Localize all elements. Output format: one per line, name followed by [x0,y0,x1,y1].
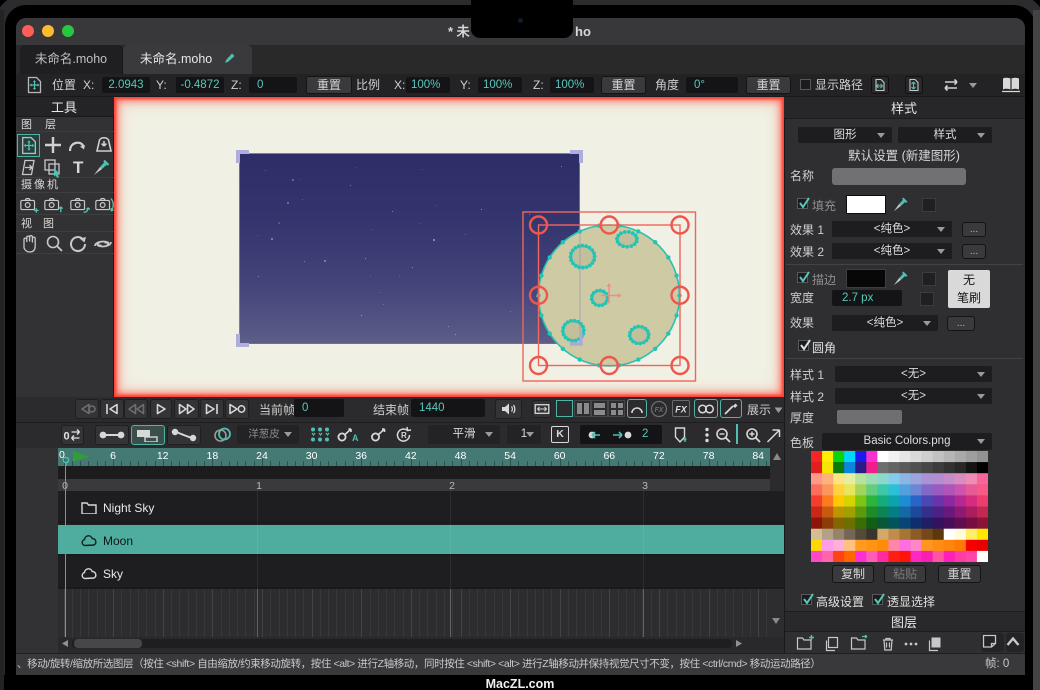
svg-text:A: A [352,433,359,443]
svg-text:FX: FX [675,404,687,414]
svg-text:FX: FX [655,407,665,414]
svg-text:0: 0 [63,431,69,443]
svg-text:R: R [401,431,407,440]
